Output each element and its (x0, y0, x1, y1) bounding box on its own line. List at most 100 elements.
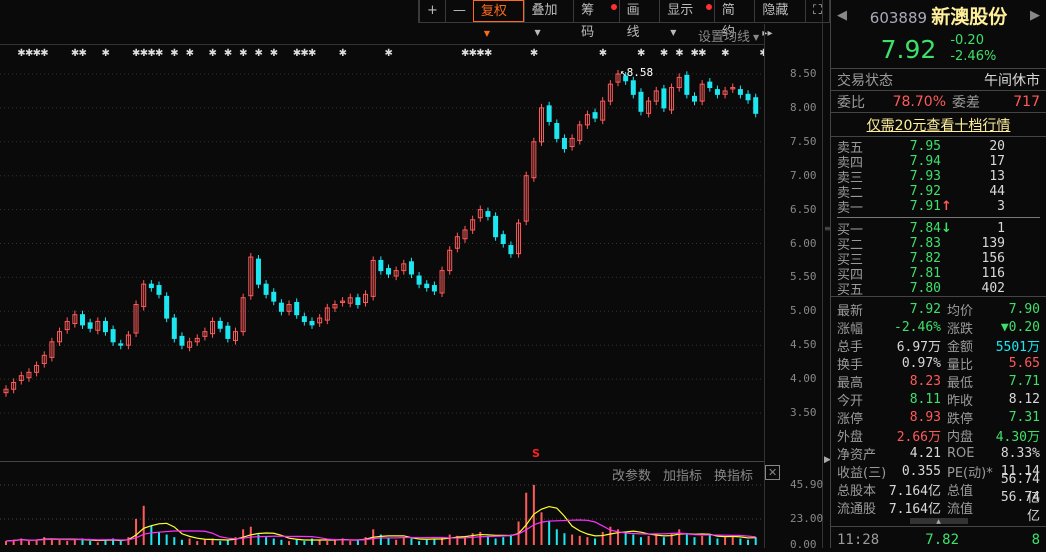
stat-label: 涨停 (837, 411, 864, 427)
close-indicator-button[interactable]: ✕ (765, 465, 781, 480)
stat-value: 4.30万 (995, 429, 1040, 445)
volume-bar (288, 541, 291, 545)
event-marker-icon: ✱ (484, 48, 492, 59)
level-price: 7.84 (909, 221, 941, 236)
expand-handle[interactable]: ▲ (909, 518, 968, 525)
event-marker-icon: ✱ (79, 48, 87, 59)
volume-bar (5, 541, 7, 545)
candle (500, 234, 506, 245)
level-price: 7.91 (909, 199, 941, 214)
volume-bar (448, 534, 451, 545)
volume-bar (586, 537, 589, 545)
stat-row: 最高 8.23 最低 7.71 (831, 372, 1046, 391)
candle (431, 285, 437, 292)
prev-stock-icon[interactable]: ◀ (837, 8, 847, 23)
price-axis-label: 8.50 (790, 67, 817, 80)
candle (416, 275, 422, 285)
volume-bar (739, 538, 742, 545)
stat-label: 最高 (837, 375, 864, 391)
volume-bar (571, 534, 574, 545)
volume-bar (662, 537, 665, 545)
stat-label: 昨收 (947, 393, 974, 409)
candle (102, 320, 108, 333)
stat-label: 净资产 (837, 447, 877, 463)
stat-value: 5.65 (1008, 355, 1040, 371)
stock-name: 新澳股份 (931, 5, 1008, 28)
level-volume: 116 (981, 266, 1005, 281)
switch-indicator-button[interactable]: 换指标 (714, 465, 753, 484)
volume-bar (425, 539, 428, 545)
stat-row: 换手 0.97% 量比 5.65 (831, 354, 1046, 373)
book-divider (837, 217, 1040, 218)
add-indicator-button[interactable]: 加指标 (663, 465, 702, 484)
arrow-up-icon: ↑ (941, 199, 952, 214)
level-volume: 402 (981, 281, 1005, 296)
event-marker-icon: ✱ (599, 48, 607, 59)
volume-bar (402, 537, 405, 545)
next-stock-icon[interactable]: ▶ (1030, 8, 1040, 23)
level-price: 7.80 (909, 281, 941, 296)
volume-bar (494, 538, 497, 545)
candle (148, 283, 154, 289)
order-book-row[interactable]: 卖一 7.91 ↑ 3 (831, 199, 1046, 216)
volume-bar (196, 541, 199, 545)
candle (661, 88, 667, 109)
event-marker-icon: ✱ (675, 48, 683, 59)
level10-promo-link[interactable]: 仅需20元查看十档行情 (867, 115, 1011, 135)
volume-bar (180, 539, 183, 545)
level-price: 7.94 (909, 154, 941, 169)
volume-axis-label: 23.00 (790, 512, 824, 525)
stat-row: 外盘 2.66万 内盘 4.30万 (831, 426, 1046, 445)
hide-label: 隐藏 (762, 3, 789, 18)
candle (271, 291, 277, 302)
volume-ma-line (5, 519, 756, 542)
price-axis-label: 8.00 (790, 100, 817, 114)
volume-bar (135, 518, 138, 545)
volume-bar (754, 537, 757, 545)
order-book: 卖五 7.95 20 卖四 7.94 17 卖三 7.93 13 卖二 7.92 44 卖一 7.91 ↑ 3… (831, 136, 1046, 298)
candle (179, 335, 185, 346)
event-marker-icon: ✱ (308, 48, 316, 59)
volume-bar (27, 541, 30, 545)
event-marker-icon: ✱ (385, 48, 393, 59)
last-price: 7.92 (880, 34, 937, 64)
stat-value: 7.164亿 (888, 501, 941, 517)
price-axis-label: 7.50 (790, 134, 817, 148)
volume-bar (127, 537, 130, 545)
level-volume: 3 (997, 199, 1005, 214)
peak-price-label: ↖8.58 (620, 66, 654, 79)
volume-bar (548, 521, 551, 545)
candle (561, 137, 567, 150)
fullscreen-button[interactable]: ⛶ (804, 0, 829, 22)
stat-row: 净资产 4.21 ROE 8.33% (831, 444, 1046, 463)
volume-bar (693, 537, 696, 545)
volume-bar (43, 537, 46, 545)
tick-volume: 8 (1031, 531, 1040, 548)
volume-bar (150, 525, 153, 545)
order-book-row[interactable]: 买五 7.80 402 (831, 281, 1046, 298)
volume-bar (747, 539, 750, 545)
event-marker-icon: ✱ (637, 48, 645, 59)
split-marker[interactable]: S (532, 447, 540, 460)
volume-bar (655, 534, 658, 545)
volume-bar (96, 542, 99, 545)
event-marker-icon: ✱ (186, 48, 194, 59)
stat-value: 8.12 (1008, 391, 1040, 407)
candle (378, 259, 384, 272)
kline-chart-area[interactable]: + — 复权▼ 叠加▼ 筹码 画线 显示▼ 简约 隐藏▸▸ ⛶ 设置均线 ▼ ✱ ✱… (0, 0, 831, 551)
event-marker-icon: ✱ (155, 48, 163, 59)
tick-price: 7.82 (925, 531, 959, 548)
volume-bar (295, 539, 298, 545)
candle (630, 80, 636, 95)
volume-bar (502, 537, 505, 545)
stat-label: 最低 (947, 375, 974, 391)
stat-label: 流通股 (837, 501, 877, 517)
stat-label: 总值 (947, 483, 974, 499)
level-volume: 1 (997, 221, 1005, 236)
price-block: 7.92 -0.20 -2.46% (831, 30, 1046, 68)
stat-row: 流通股 7.164亿 流值 56.74亿 (831, 490, 1046, 524)
event-marker-icon: ✱ (270, 48, 278, 59)
volume-axis-label: 0.00 (790, 538, 817, 551)
change-params-button[interactable]: 改参数 (612, 465, 651, 484)
stat-value: ▼0.20 (1000, 319, 1040, 335)
